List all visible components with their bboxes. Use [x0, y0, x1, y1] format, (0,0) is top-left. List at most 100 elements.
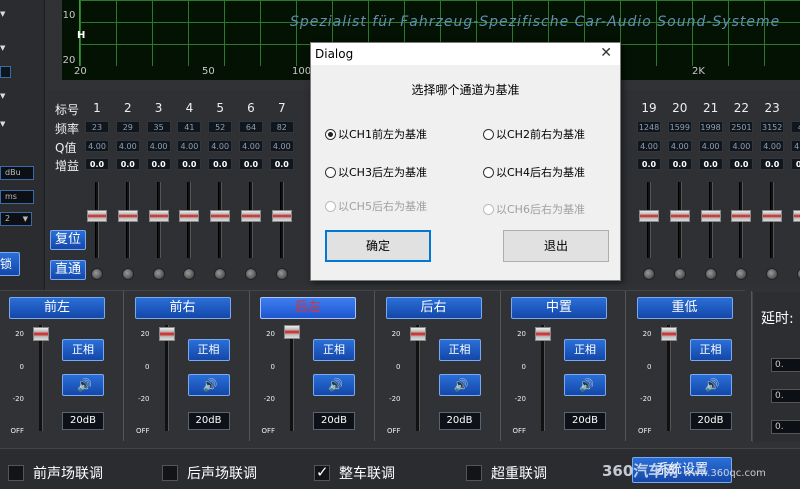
band-gain-slider[interactable]	[792, 182, 800, 258]
band-gain[interactable]: 0.0	[637, 158, 661, 170]
channel-volume-slider[interactable]	[660, 325, 677, 431]
exit-button[interactable]: 退出	[503, 230, 609, 262]
slider-knob[interactable]	[241, 210, 261, 222]
phase-button[interactable]: 正相	[313, 339, 355, 361]
band-gain[interactable]: 0.0	[85, 158, 109, 170]
radio-ch4[interactable]: 以CH4后右为基准	[483, 164, 585, 180]
band-gain-slider[interactable]	[638, 182, 660, 258]
slider-knob[interactable]	[639, 210, 659, 222]
reset-button[interactable]: 复位	[50, 230, 86, 250]
band-q[interactable]: 4.00	[208, 140, 233, 152]
band-select-dot[interactable]	[643, 268, 655, 280]
band-q[interactable]: 4.00	[115, 140, 140, 152]
slider-knob[interactable]	[271, 210, 292, 222]
mute-button[interactable]: 🔊	[313, 374, 355, 396]
band-q[interactable]: 4.00	[667, 140, 692, 152]
mute-button[interactable]: 🔊	[62, 374, 104, 396]
channel-volume-slider[interactable]	[158, 325, 175, 431]
slider-knob[interactable]	[669, 210, 690, 222]
band-select-dot[interactable]	[183, 268, 196, 280]
band-select-dot[interactable]	[766, 268, 779, 280]
band-q[interactable]: 4.00	[791, 140, 800, 152]
band-gain[interactable]: 0.0	[791, 158, 800, 170]
band-gain[interactable]: 0.0	[729, 158, 754, 170]
link-car-checkbox[interactable]: 整车联调	[314, 463, 395, 483]
link-front-checkbox[interactable]: 前声场联调	[8, 463, 103, 483]
band-gain[interactable]: 0.0	[115, 158, 140, 170]
slider-knob[interactable]	[409, 327, 426, 341]
channel-db-value[interactable]: 20dB	[564, 412, 606, 430]
band-select-dot[interactable]	[704, 268, 717, 280]
checkbox-box[interactable]	[8, 465, 24, 481]
channel-volume-slider[interactable]	[535, 325, 551, 431]
bypass-button[interactable]: 直通	[50, 260, 86, 280]
h-marker[interactable]: H	[77, 30, 85, 41]
band-select-dot[interactable]	[152, 268, 165, 280]
slider-knob[interactable]	[793, 210, 800, 222]
checkbox-box[interactable]	[466, 465, 482, 481]
channel-volume-slider[interactable]	[33, 325, 49, 431]
channel-db-value[interactable]: 20dB	[62, 412, 104, 430]
band-select-dot[interactable]	[673, 268, 686, 280]
band-select-dot[interactable]	[214, 268, 227, 280]
band-q[interactable]: 4.00	[698, 140, 723, 152]
slider-knob[interactable]	[660, 327, 677, 341]
band-select-dot[interactable]	[245, 268, 257, 280]
band-gain-slider[interactable]	[240, 182, 262, 258]
side-button[interactable]: 锁	[0, 252, 20, 276]
band-freq[interactable]: 41	[177, 121, 202, 133]
band-gain[interactable]: 0.0	[760, 158, 785, 170]
checkbox-box[interactable]	[162, 465, 178, 481]
phase-button[interactable]: 正相	[187, 339, 230, 361]
band-gain-slider[interactable]	[117, 182, 139, 258]
link-rear-checkbox[interactable]: 后声场联调	[162, 463, 257, 483]
slider-knob[interactable]	[210, 210, 231, 222]
band-freq[interactable]: 40	[791, 121, 800, 133]
delay-value[interactable]: 0.	[771, 389, 800, 403]
checkbox-box[interactable]	[314, 463, 330, 481]
band-gain-slider[interactable]	[86, 182, 108, 258]
channel-name-button[interactable]: 后右	[385, 297, 482, 319]
band-freq[interactable]: 35	[146, 121, 171, 133]
level-unit-field[interactable]: dBu	[0, 166, 34, 180]
band-gain-slider[interactable]	[209, 182, 231, 258]
chevron-down-icon[interactable]: ▼	[0, 90, 10, 102]
band-freq[interactable]: 1599	[667, 121, 692, 133]
band-gain[interactable]: 0.0	[208, 158, 233, 170]
band-gain-slider[interactable]	[700, 182, 722, 258]
band-gain-slider[interactable]	[761, 182, 783, 258]
slider-knob[interactable]	[284, 325, 300, 339]
slider-knob[interactable]	[33, 327, 49, 341]
channel-db-value[interactable]: 20dB	[689, 412, 732, 430]
channel-db-value[interactable]: 20dB	[313, 412, 355, 430]
channel-db-value[interactable]: 20dB	[187, 412, 230, 430]
band-q[interactable]: 4.00	[85, 140, 109, 152]
channel-name-button[interactable]: 重低	[636, 297, 733, 319]
phase-button[interactable]: 正相	[689, 339, 732, 361]
radio-ch1[interactable]: 以CH1前左为基准	[325, 126, 427, 142]
band-gain[interactable]: 0.0	[698, 158, 723, 170]
left-color-box[interactable]	[0, 66, 11, 78]
band-q[interactable]: 4.00	[637, 140, 661, 152]
band-q[interactable]: 4.00	[239, 140, 263, 152]
channel-name-button[interactable]: 前右	[134, 297, 231, 319]
band-select-dot[interactable]	[91, 268, 103, 280]
chevron-down-icon[interactable]: ▼	[0, 42, 10, 54]
slider-knob[interactable]	[148, 210, 169, 222]
slider-knob[interactable]	[158, 327, 175, 341]
band-select-dot[interactable]	[275, 268, 288, 280]
dialog-titlebar[interactable]: Dialog ✕	[311, 43, 620, 65]
band-q[interactable]: 4.00	[146, 140, 171, 152]
mute-button[interactable]: 🔊	[187, 374, 230, 396]
link-sub-checkbox[interactable]: 超重联调	[466, 463, 547, 483]
channel-name-button[interactable]: 前左	[9, 297, 105, 319]
band-freq[interactable]: 52	[208, 121, 233, 133]
radio-circle[interactable]	[483, 167, 494, 178]
delay-value[interactable]: 0.	[771, 358, 800, 372]
chevron-down-icon[interactable]: ▼	[0, 118, 10, 130]
channel-select[interactable]: 2 ▼	[0, 212, 32, 226]
delay-unit-field[interactable]: ms	[0, 190, 34, 204]
channel-db-value[interactable]: 20dB	[438, 412, 481, 430]
band-freq[interactable]: 2501	[729, 121, 754, 133]
radio-ch3[interactable]: 以CH3后左为基准	[325, 164, 427, 180]
